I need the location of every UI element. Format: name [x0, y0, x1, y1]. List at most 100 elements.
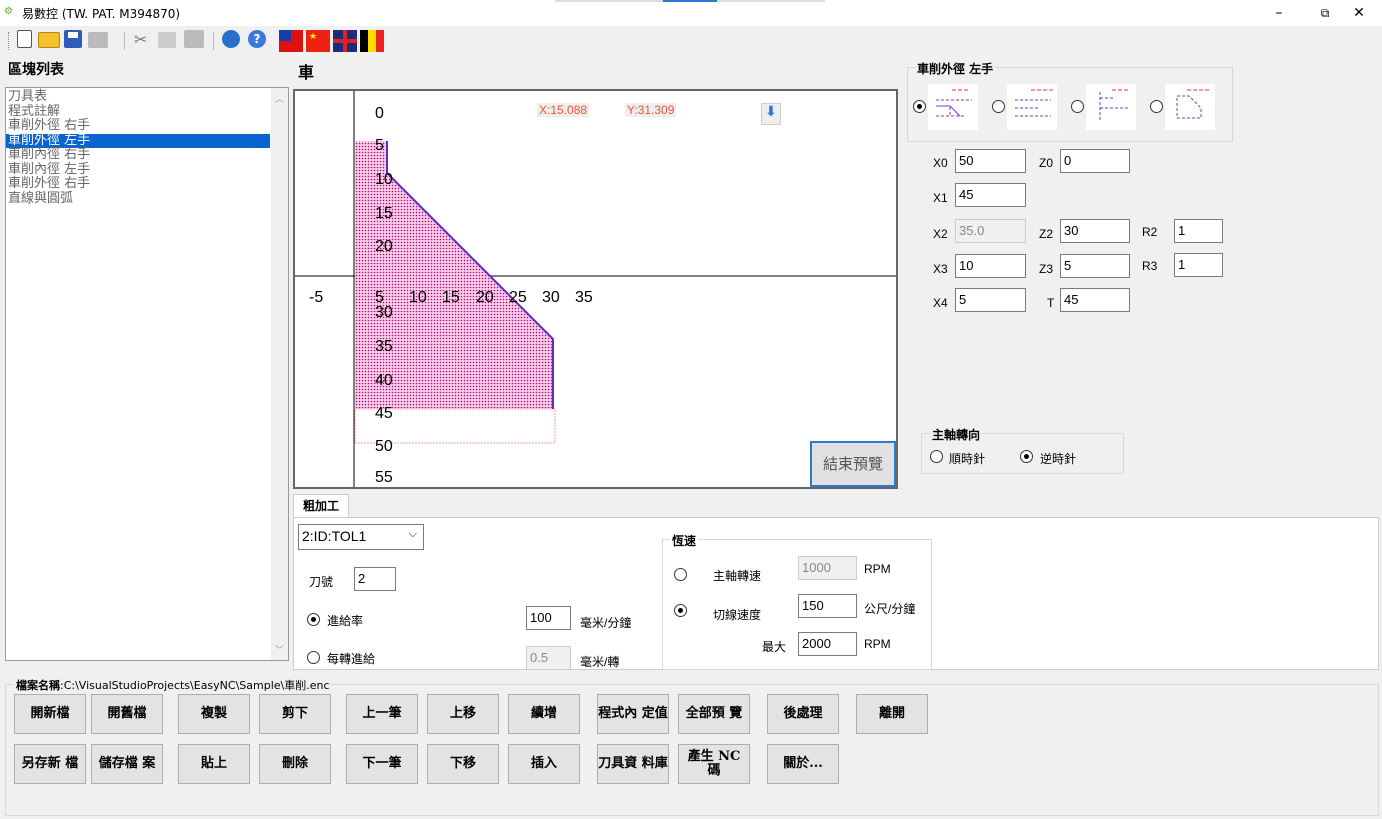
copy-icon[interactable] — [158, 32, 176, 48]
paste-icon[interactable] — [184, 30, 204, 48]
cut-icon[interactable]: ✂ — [134, 30, 154, 50]
delete-button[interactable]: 刪除 — [259, 744, 331, 784]
feed-rate-radio[interactable] — [307, 613, 320, 626]
paste-button[interactable]: 貼上 — [178, 744, 250, 784]
settings-icon[interactable] — [222, 30, 240, 48]
spindle-speed-field: 1000 — [798, 556, 857, 580]
feed-per-rev-label[interactable]: 每轉進給 — [327, 650, 375, 667]
variant-radio-4[interactable] — [1150, 100, 1163, 113]
open-icon[interactable] — [38, 32, 60, 48]
tool-no-field[interactable]: 2 — [354, 567, 396, 591]
x4-field[interactable]: 5 — [955, 288, 1026, 312]
spindle-speed-label[interactable]: 主軸轉速 — [713, 567, 761, 584]
spindle-ccw-label[interactable]: 逆時針 — [1040, 450, 1076, 467]
list-item[interactable]: 車削內徑 左手 — [6, 162, 288, 178]
block-list-title: 區塊列表 — [8, 62, 64, 78]
list-item[interactable]: 刀具表 — [6, 89, 288, 105]
spindle-speed-radio[interactable] — [674, 568, 687, 581]
save-as-button[interactable]: 另存新 檔 — [14, 744, 86, 784]
feed-rate-field[interactable]: 100 — [526, 606, 571, 630]
copy-button[interactable]: 複製 — [178, 694, 250, 734]
feed-per-rev-field: 0.5 — [526, 646, 571, 670]
taskbar-hint — [717, 0, 825, 2]
spindle-cw-label[interactable]: 順時針 — [949, 450, 985, 467]
uk-flag-icon[interactable] — [333, 30, 357, 52]
post-process-button[interactable]: 後處理 — [767, 694, 839, 734]
feed-per-rev-radio[interactable] — [307, 651, 320, 664]
x-tick-label: 20 — [476, 289, 494, 306]
variant-thumb-1[interactable] — [928, 84, 978, 130]
list-item[interactable]: 車削外徑 右手 — [6, 118, 288, 134]
china-flag-icon[interactable]: ★ — [306, 30, 330, 52]
t-field[interactable]: 45 — [1060, 288, 1130, 312]
open-file-button[interactable]: 開舊檔 — [91, 694, 163, 734]
preview-title: 車 — [298, 63, 315, 82]
variant-thumb-2[interactable] — [1007, 84, 1057, 130]
max-rpm-field[interactable]: 2000 — [798, 632, 857, 656]
preview-all-button[interactable]: 全部預 覽 — [678, 694, 750, 734]
feed-rate-label[interactable]: 進給率 — [327, 612, 363, 629]
variant-thumb-3[interactable] — [1086, 84, 1136, 130]
scroll-down-icon[interactable]: ﹀ — [275, 643, 284, 656]
r2-field[interactable]: 1 — [1174, 219, 1223, 243]
x-tick-label: 15 — [442, 289, 460, 306]
tab-roughing[interactable]: 粗加工 — [293, 494, 349, 518]
add-button[interactable]: 續增 — [508, 694, 580, 734]
new-icon[interactable] — [17, 30, 32, 48]
x-tick-label: 35 — [575, 289, 593, 306]
list-item[interactable]: 車削外徑 右手 — [6, 176, 288, 192]
block-list[interactable]: 刀具表 程式註解 車削外徑 右手 車削外徑 左手 車削內徑 右手 車削內徑 左手… — [5, 87, 289, 661]
cut-button[interactable]: 剪下 — [259, 694, 331, 734]
rpm-label: RPM — [864, 562, 891, 576]
about-button[interactable]: 關於... — [767, 744, 839, 784]
list-item-selected[interactable]: 車削外徑 左手 — [6, 133, 270, 148]
z3-label: Z3 — [1039, 262, 1054, 276]
insert-button[interactable]: 插入 — [508, 744, 580, 784]
generate-nc-button[interactable]: 產生 NC 碼 — [678, 744, 750, 784]
next-record-button[interactable]: 下一筆 — [346, 744, 418, 784]
prev-record-button[interactable]: 上一筆 — [346, 694, 418, 734]
variant-radio-1[interactable] — [913, 100, 926, 113]
new-file-button[interactable]: 開新檔 — [14, 694, 86, 734]
spindle-cw-radio[interactable] — [930, 450, 943, 463]
x-tick-label: 25 — [509, 289, 527, 306]
z3-field[interactable]: 5 — [1060, 254, 1130, 278]
tool-select[interactable]: 2:ID:TOL1 ⌵ — [298, 524, 424, 550]
x1-field[interactable]: 45 — [955, 183, 1026, 207]
variant-radio-3[interactable] — [1071, 100, 1084, 113]
variant-radio-2[interactable] — [992, 100, 1005, 113]
close-button[interactable]: ✕ — [1336, 0, 1382, 26]
x3-field[interactable]: 10 — [955, 254, 1026, 278]
save-button[interactable]: 儲存檔 案 — [91, 744, 163, 784]
preview-canvas[interactable]: 0 5 10 15 20 30 35 40 45 50 55 -5 5 10 1… — [293, 89, 898, 489]
z0-field[interactable]: 0 — [1060, 149, 1130, 173]
list-item[interactable]: 程式註解 — [6, 104, 288, 120]
cut-speed-field[interactable]: 150 — [798, 594, 857, 618]
z2-field[interactable]: 30 — [1060, 219, 1130, 243]
minimize-button[interactable]: – — [1256, 0, 1302, 26]
end-preview-button[interactable]: 結束預覽 — [810, 441, 896, 487]
spindle-ccw-radio[interactable] — [1020, 450, 1033, 463]
cut-speed-radio[interactable] — [674, 604, 687, 617]
taiwan-flag-icon[interactable] — [279, 30, 303, 52]
x0-field[interactable]: 50 — [955, 149, 1026, 173]
list-scrollbar[interactable]: ︿ ﹀ — [271, 88, 288, 660]
move-down-button[interactable]: 下移 — [427, 744, 499, 784]
scroll-up-icon[interactable]: ︿ — [275, 92, 284, 105]
belgium-flag-icon[interactable] — [360, 30, 384, 52]
cut-speed-label[interactable]: 切線速度 — [713, 606, 761, 623]
list-item[interactable]: 車削內徑 右手 — [6, 147, 288, 163]
variant-thumb-4[interactable] — [1165, 84, 1215, 130]
z2-label: Z2 — [1039, 227, 1054, 241]
move-up-button[interactable]: 上移 — [427, 694, 499, 734]
save-icon[interactable] — [64, 30, 82, 48]
list-item[interactable]: 直線與圓弧 — [6, 191, 288, 207]
exit-button[interactable]: 離開 — [856, 694, 928, 734]
program-value-button[interactable]: 程式內 定值 — [597, 694, 669, 734]
arrow-down-icon[interactable]: ⬇ — [761, 103, 781, 125]
y-tick-label: 50 — [375, 438, 393, 455]
print-icon[interactable] — [88, 32, 108, 48]
tool-database-button[interactable]: 刀具資 料庫 — [597, 744, 669, 784]
help-icon[interactable]: ? — [248, 30, 266, 48]
r3-field[interactable]: 1 — [1174, 253, 1223, 277]
